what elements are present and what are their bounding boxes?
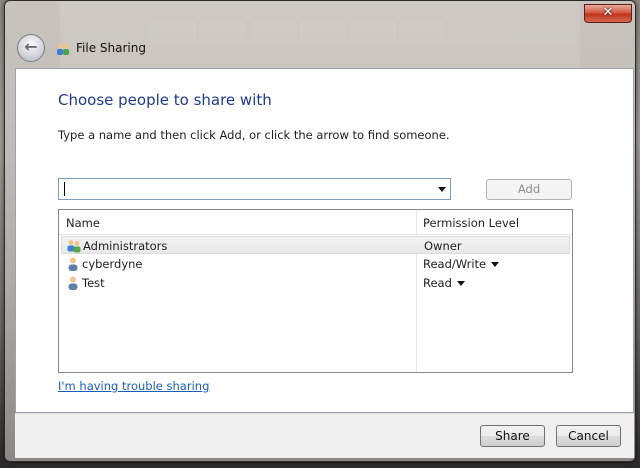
page-heading: Choose people to share with [58,91,272,109]
dropdown-arrow-icon[interactable] [438,187,446,192]
add-button[interactable]: Add [486,179,572,200]
list-item-name: Administrators [83,239,168,253]
list-item-permission: Owner [424,239,462,253]
button-bar: Share Cancel [15,413,634,458]
list-item[interactable]: cyberdyne Read/Write [61,255,570,273]
instruction-text: Type a name and then click Add, or click… [58,128,450,142]
user-icon [68,276,78,290]
close-button[interactable]: ✕ [584,4,632,23]
list-item-name: cyberdyne [82,257,143,271]
window-title: File Sharing [76,41,146,55]
file-sharing-icon [57,43,69,55]
name-combobox[interactable] [58,178,451,200]
close-icon: ✕ [602,5,614,20]
column-header-name[interactable]: Name [66,216,100,230]
share-button[interactable]: Share [480,425,545,447]
chevron-down-icon[interactable] [491,262,499,267]
chevron-down-icon[interactable] [457,281,465,286]
list-item[interactable]: Test Read [61,274,570,292]
text-caret [64,182,65,196]
back-arrow-icon: ← [24,37,38,56]
trouble-sharing-link[interactable]: I'm having trouble sharing [58,379,209,393]
column-header-permission[interactable]: Permission Level [423,216,519,230]
list-header: Name Permission Level [59,210,572,235]
user-icon [68,257,78,271]
permission-dropdown[interactable]: Read [423,276,452,290]
content-pane: Choose people to share with Type a name … [15,68,634,413]
back-button[interactable]: ← [17,34,45,62]
permission-dropdown[interactable]: Read/Write [423,257,486,271]
sharing-list: Name Permission Level Administrators Own… [58,209,573,373]
group-icon [67,240,81,253]
file-sharing-window: ✕ ← File Sharing Choose people to share … [4,0,636,462]
cancel-button[interactable]: Cancel [556,425,621,447]
list-item[interactable]: Administrators Owner [61,236,570,254]
list-item-name: Test [82,276,105,290]
